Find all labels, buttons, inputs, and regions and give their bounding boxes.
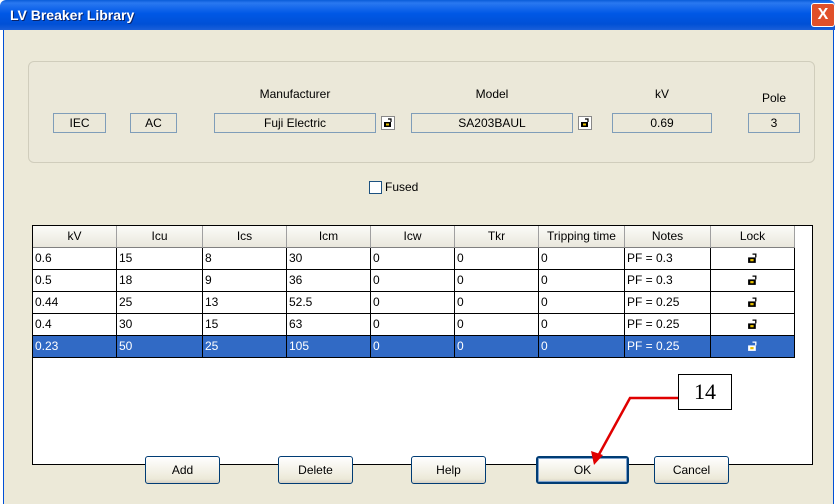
lv-breaker-library-dialog: LV Breaker Library X IEC AC Manufacturer… bbox=[0, 0, 835, 504]
annotation-arrow bbox=[591, 396, 678, 465]
